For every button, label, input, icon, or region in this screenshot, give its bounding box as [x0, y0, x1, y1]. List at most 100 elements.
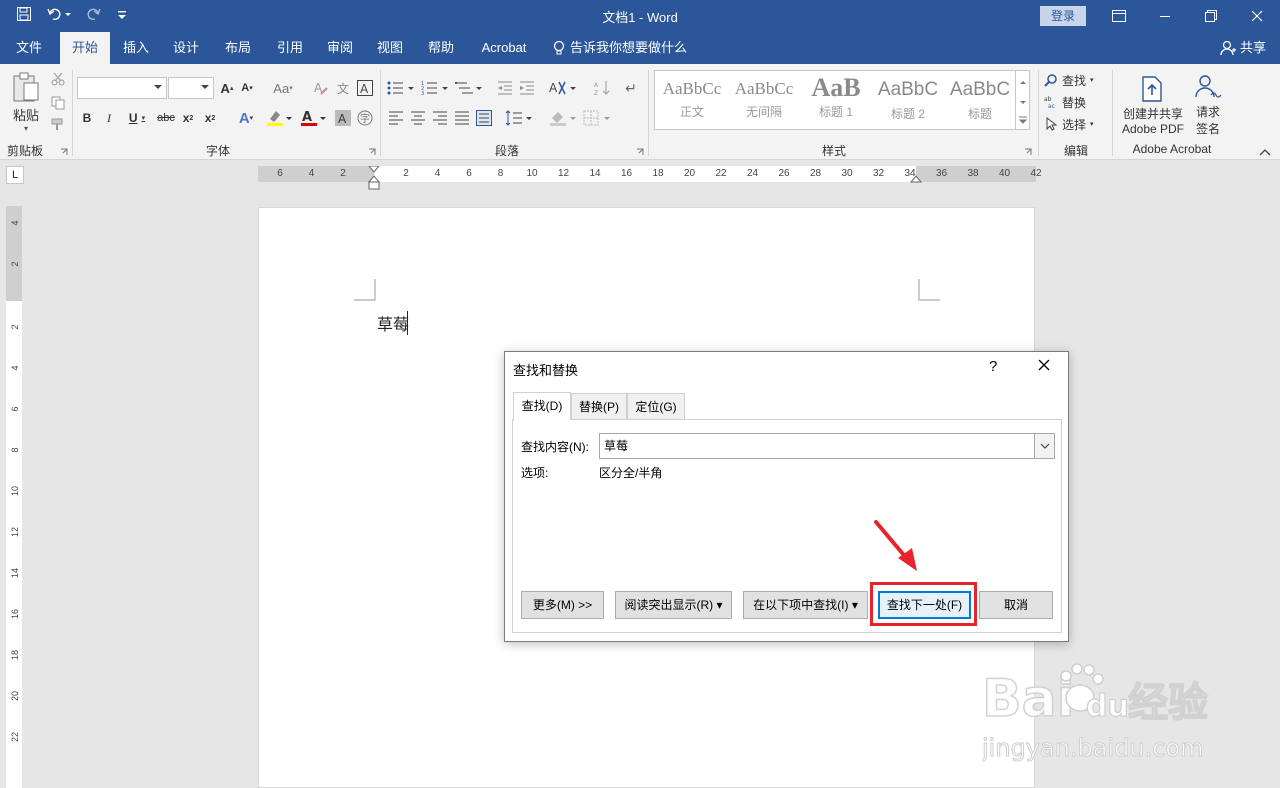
- style-heading-2[interactable]: AaBbC 标题 2: [873, 73, 943, 127]
- asian-layout-icon[interactable]: A: [548, 78, 578, 98]
- styles-launcher-icon[interactable]: [1024, 148, 1032, 156]
- text-effects-icon[interactable]: A ▾: [232, 108, 260, 128]
- tab-insert[interactable]: 插入: [112, 32, 160, 64]
- find-in-button[interactable]: 在以下项中查找(I) ▾: [743, 591, 868, 619]
- italic-icon[interactable]: I: [100, 108, 118, 128]
- replace-icon: abac: [1044, 96, 1055, 109]
- ruler-tick-label: 14: [589, 168, 601, 179]
- font-group-label: 字体: [205, 144, 230, 158]
- shading-icon[interactable]: [548, 108, 578, 128]
- vertical-ruler[interactable]: 4 2 2 4 6 8 10 12 14 16 18 20 22: [6, 206, 22, 788]
- line-spacing-icon[interactable]: [504, 108, 534, 128]
- change-case-icon[interactable]: Aa ▾: [268, 78, 298, 98]
- bullets-icon[interactable]: [386, 78, 416, 98]
- character-shading-icon[interactable]: A: [334, 108, 352, 128]
- borders-icon[interactable]: [582, 108, 612, 128]
- styles-scroll[interactable]: [1015, 71, 1029, 129]
- style-title[interactable]: AaBbC 标题: [945, 73, 1015, 127]
- multilevel-list-icon[interactable]: [454, 78, 484, 98]
- align-right-icon[interactable]: [430, 108, 450, 128]
- replace-button[interactable]: ab ac 替换: [1044, 92, 1108, 112]
- ruler-tick-label: 4: [10, 365, 20, 371]
- grow-font-icon[interactable]: A ▴: [218, 78, 236, 98]
- clipboard-launcher-icon[interactable]: [60, 148, 68, 156]
- justify-icon[interactable]: [452, 108, 472, 128]
- find-button[interactable]: 查找 ▾: [1044, 70, 1108, 90]
- share-button[interactable]: 共享: [1220, 32, 1266, 64]
- reading-highlight-button[interactable]: 阅读突出显示(R) ▾: [615, 591, 732, 619]
- request-signature-button[interactable]: 请求 签名: [1190, 72, 1226, 138]
- paragraph-launcher-icon[interactable]: [636, 148, 644, 156]
- align-left-icon[interactable]: [386, 108, 406, 128]
- more-button[interactable]: 更多(M) >>: [521, 591, 604, 619]
- tab-acrobat[interactable]: Acrobat: [474, 32, 534, 64]
- ruler-tick-label: 20: [683, 168, 696, 179]
- font-name-combo[interactable]: [77, 77, 167, 99]
- numbering-icon[interactable]: 123: [420, 78, 450, 98]
- acrobat-group-label: Adobe Acrobat: [1132, 142, 1212, 156]
- tab-layout[interactable]: 布局: [214, 32, 262, 64]
- find-history-dropdown[interactable]: [1034, 434, 1054, 458]
- distributed-icon[interactable]: [474, 108, 494, 128]
- align-center-icon[interactable]: [408, 108, 428, 128]
- decrease-indent-icon[interactable]: [496, 78, 514, 98]
- collapse-ribbon-icon[interactable]: [1258, 146, 1272, 158]
- bold-icon[interactable]: B: [78, 108, 96, 128]
- tab-help[interactable]: 帮助: [417, 32, 465, 64]
- font-launcher-icon[interactable]: [368, 148, 376, 156]
- sort-icon[interactable]: AZ: [592, 78, 614, 98]
- strikethrough-icon[interactable]: abc: [156, 108, 176, 128]
- font-size-combo[interactable]: [168, 77, 214, 99]
- format-painter-icon[interactable]: [50, 116, 66, 134]
- minimize-icon[interactable]: [1142, 0, 1188, 32]
- superscript-icon[interactable]: x2: [202, 108, 218, 128]
- tab-replace[interactable]: 替换(P): [571, 393, 627, 419]
- tab-goto[interactable]: 定位(G): [627, 393, 685, 419]
- tab-review[interactable]: 审阅: [316, 32, 364, 64]
- paste-button[interactable]: 粘贴 ▾: [6, 70, 46, 134]
- clear-formatting-icon[interactable]: A: [312, 78, 330, 98]
- phonetic-guide-icon[interactable]: 文: [334, 78, 352, 98]
- document-body-text[interactable]: 草莓: [377, 311, 409, 335]
- increase-indent-icon[interactable]: [518, 78, 536, 98]
- underline-icon[interactable]: U ▾: [122, 108, 152, 128]
- help-button[interactable]: ?: [989, 358, 997, 375]
- tab-references[interactable]: 引用: [266, 32, 314, 64]
- enclose-characters-icon[interactable]: 字: [356, 108, 374, 128]
- indent-markers[interactable]: [368, 166, 380, 196]
- horizontal-ruler[interactable]: 6 4 2 2 4 6 8 10 12 14 16 18 20 22 24 26 28 30 32 34 36 38 40 4…: [258, 166, 1042, 190]
- create-share-pdf-button[interactable]: 创建并共享 Adobe PDF: [1118, 72, 1188, 138]
- cancel-button[interactable]: 取消: [979, 591, 1053, 619]
- svg-text:经验: 经验: [1128, 680, 1208, 726]
- style-normal[interactable]: AaBbCc 正文: [657, 73, 727, 127]
- style-no-spacing[interactable]: AaBbCc 无间隔: [729, 73, 799, 127]
- character-border-icon[interactable]: A: [356, 78, 374, 98]
- ribbon-display-options-icon[interactable]: [1096, 0, 1142, 32]
- show-formatting-icon[interactable]: ↵: [622, 78, 640, 98]
- subscript-icon[interactable]: x2: [180, 108, 196, 128]
- style-heading-1[interactable]: AaB 标题 1: [801, 73, 871, 127]
- tab-find[interactable]: 查找(D): [513, 392, 571, 420]
- tell-me-search[interactable]: 告诉我你想要做什么: [552, 32, 687, 64]
- find-what-input[interactable]: 草莓: [599, 433, 1055, 459]
- highlight-color-icon[interactable]: [264, 108, 294, 128]
- cut-icon[interactable]: [50, 70, 66, 88]
- find-label: 查找: [1062, 73, 1087, 88]
- copy-icon[interactable]: [50, 94, 66, 112]
- ruler-tick-label: 6: [277, 168, 283, 179]
- select-button[interactable]: 选择 ▾: [1044, 114, 1108, 134]
- window-controls: [1096, 0, 1280, 32]
- tab-design[interactable]: 设计: [162, 32, 210, 64]
- tab-home[interactable]: 开始: [60, 32, 110, 64]
- tab-view[interactable]: 视图: [366, 32, 414, 64]
- login-button[interactable]: 登录: [1040, 6, 1086, 26]
- tab-file[interactable]: 文件: [4, 32, 54, 64]
- tab-selector[interactable]: L: [6, 166, 24, 184]
- close-icon[interactable]: [1234, 0, 1280, 32]
- restore-icon[interactable]: [1188, 0, 1234, 32]
- dialog-close-icon[interactable]: [1037, 358, 1051, 375]
- baidu-watermark: Bai 经验 du jingyan.baidu.com: [981, 652, 1222, 764]
- shrink-font-icon[interactable]: A ▾: [238, 78, 256, 98]
- right-indent-marker[interactable]: [910, 174, 922, 184]
- font-color-icon[interactable]: A: [298, 108, 328, 128]
